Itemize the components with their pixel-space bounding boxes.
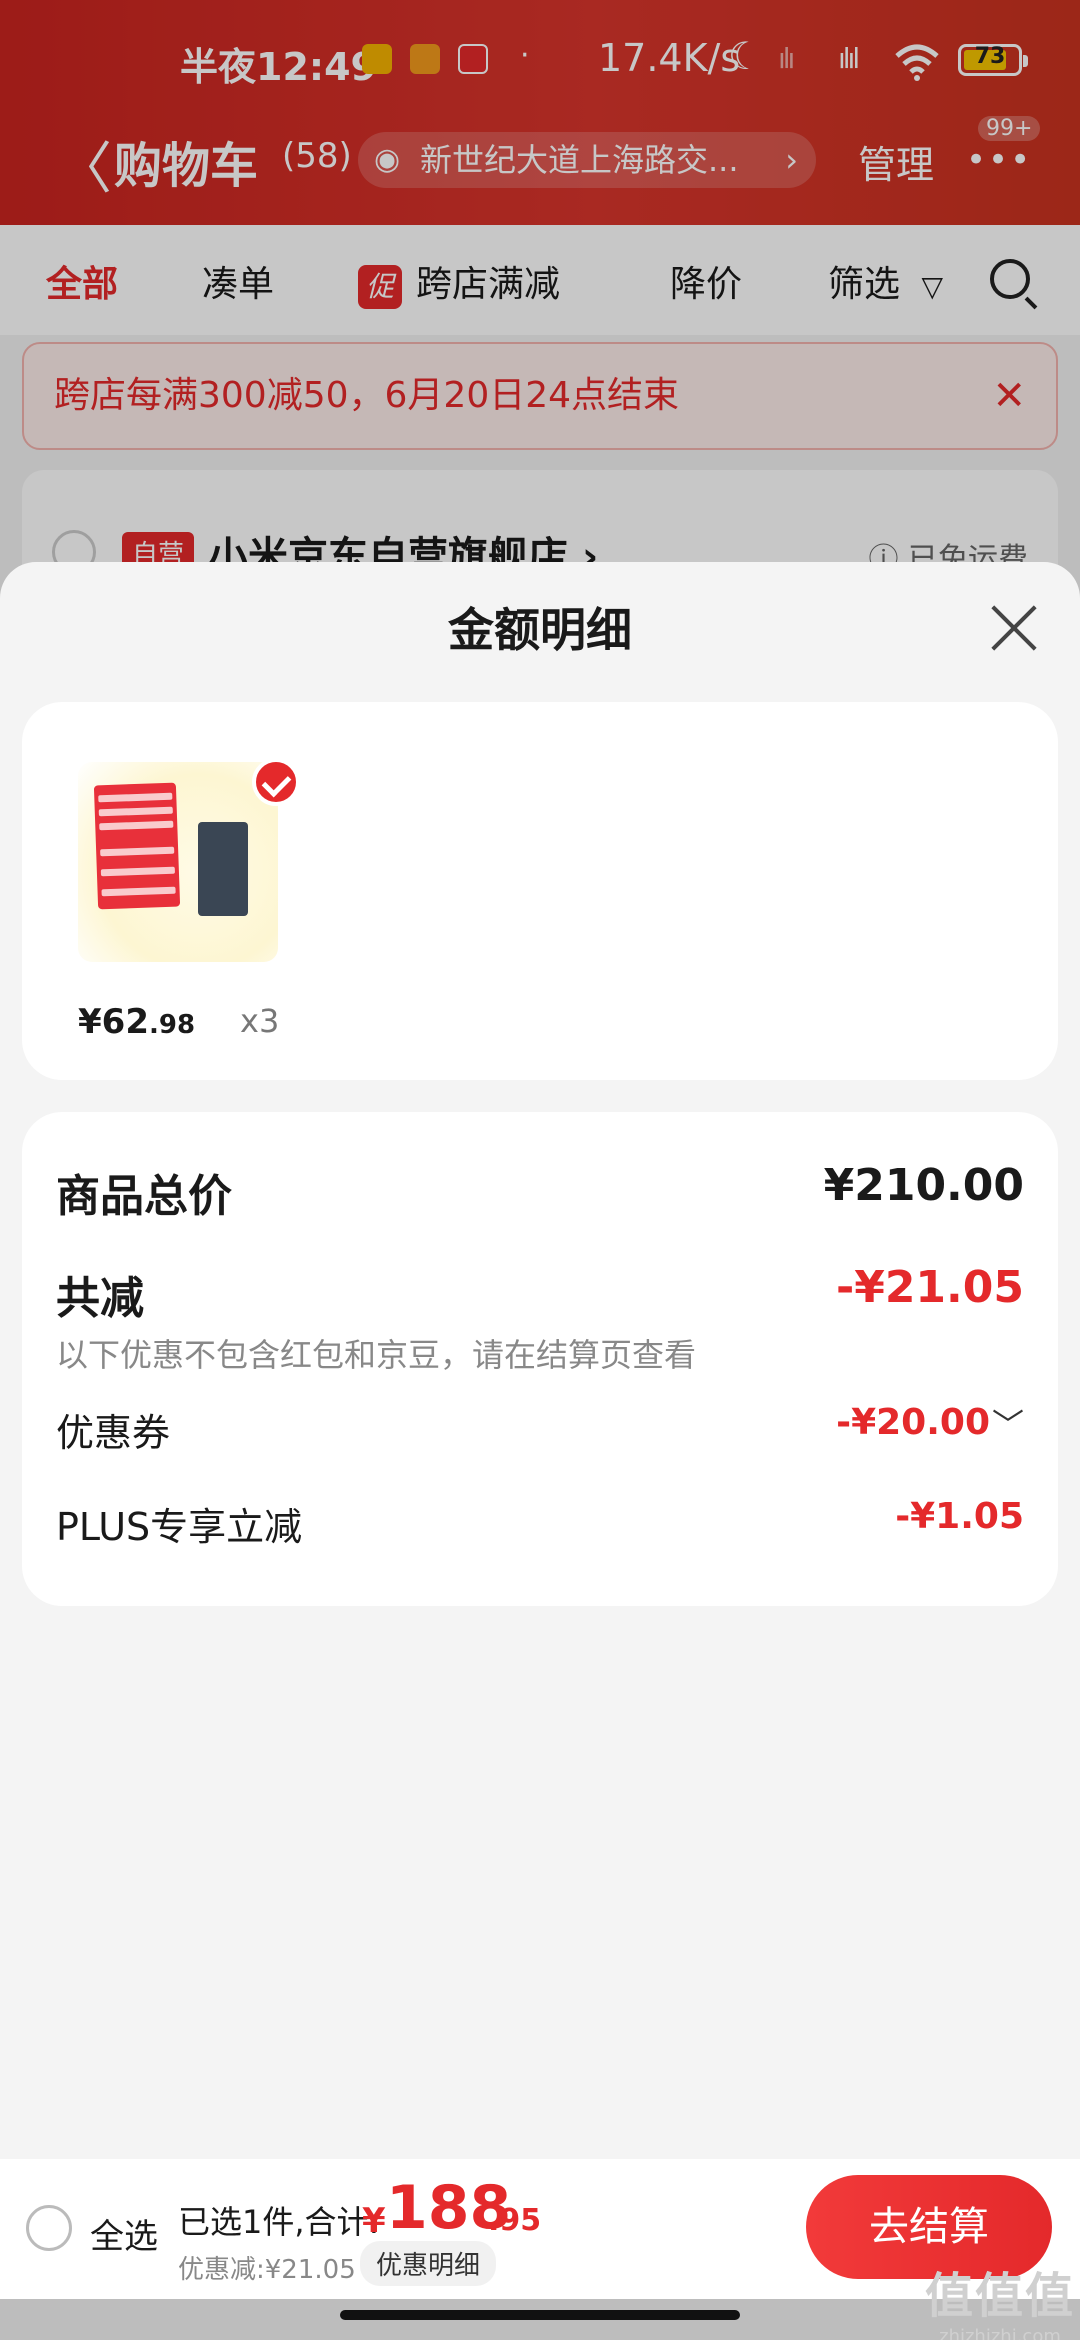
watermark-site: zhizhizhi.com xyxy=(939,2326,1061,2340)
plus-value: -¥1.05 xyxy=(895,1496,1024,1537)
watermark: 值值值 zhizhizhi.com xyxy=(925,2256,1075,2340)
select-all-radio[interactable] xyxy=(26,2205,72,2251)
checkmark-icon xyxy=(252,758,300,806)
total-amount-decimal: .95 xyxy=(488,2203,542,2238)
sheet-title: 金额明细 xyxy=(448,603,632,657)
product-price: ¥62.98 xyxy=(78,1002,195,1042)
discount-total: 优惠减:¥21.05 xyxy=(178,2255,356,2285)
product-card: ¥62.98 x3 xyxy=(22,702,1058,1080)
total-label: 商品总价 xyxy=(56,1171,232,1222)
discount-detail-button[interactable]: 优惠明细 xyxy=(360,2241,497,2286)
coupon-label: 优惠券 xyxy=(56,1411,171,1455)
product-box-graphic xyxy=(93,782,181,910)
select-all-label[interactable]: 全选 xyxy=(90,2209,158,2258)
reduce-label: 共减 xyxy=(56,1273,144,1324)
price-summary-card: 商品总价 ¥210.00 共减 -¥21.05 以下优惠不包含红包和京豆，请在结… xyxy=(22,1112,1058,1606)
watermark-logo: 值值值 xyxy=(925,2268,1076,2324)
chevron-down-icon[interactable]: ﹀ xyxy=(992,1400,1024,1446)
product-quantity: x3 xyxy=(240,1002,280,1040)
amount-detail-sheet: 金额明细 ¥62.98 x3 商品总价 ¥210.00 共减 -¥21.05 以… xyxy=(0,562,1080,2159)
total-value: ¥210.00 xyxy=(823,1160,1024,1211)
discount-note-text: 以下优惠不包含红包和京豆，请在结算页查看 xyxy=(56,1336,697,1374)
currency-symbol: ¥ xyxy=(362,2201,386,2241)
power-bank-graphic xyxy=(198,822,248,916)
price-decimal: .98 xyxy=(148,1010,196,1040)
product-image[interactable] xyxy=(78,762,278,962)
home-indicator[interactable] xyxy=(340,2310,740,2320)
checkout-bar: 全选 已选1件,合计: ¥ 188 .95 优惠减:¥21.05 优惠明细 去结… xyxy=(0,2159,1080,2299)
selected-summary: 已选1件,合计: xyxy=(178,2203,380,2241)
reduce-value: -¥21.05 xyxy=(835,1262,1024,1313)
close-icon[interactable] xyxy=(988,602,1040,654)
plus-label: PLUS专享立减 xyxy=(56,1505,303,1549)
price-main: ¥62 xyxy=(78,1002,149,1042)
